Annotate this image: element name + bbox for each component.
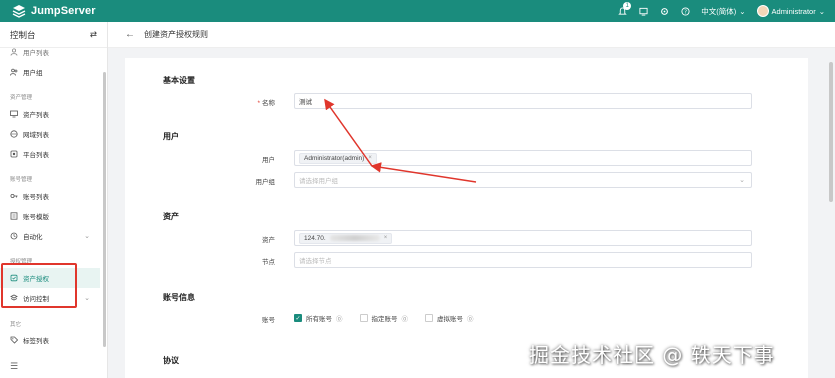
checkbox-box	[359, 314, 368, 322]
platform-icon	[10, 150, 18, 158]
user-icon	[10, 48, 18, 56]
section-protocol: 协议	[163, 356, 179, 365]
checkmark-icon: ✓	[294, 314, 302, 322]
language-selector[interactable]: 中文(简体) ⌄	[701, 6, 745, 17]
user-tag-label: Administrator(admin)	[304, 154, 365, 162]
user-select[interactable]: Administrator(admin) ×	[294, 150, 752, 166]
name-value: 测试	[299, 99, 312, 106]
language-label: 中文(简体)	[701, 6, 737, 16]
watermark: 掘金技术社区 @ 轶天下事	[529, 343, 775, 367]
close-icon[interactable]: ×	[368, 155, 372, 161]
chevron-down-icon: ⌄	[818, 6, 825, 16]
chevron-down-icon: ⌄	[84, 295, 90, 302]
section-assets: 资产	[163, 212, 179, 221]
help-icon: ⓪	[336, 316, 343, 323]
name-input[interactable]: 测试	[294, 93, 752, 109]
logo[interactable]: JumpServer	[0, 4, 108, 18]
page-title: 创建资产授权规则	[144, 30, 208, 39]
sidebar-item-asset-list[interactable]: 资产列表	[0, 104, 100, 124]
key-icon	[10, 192, 18, 200]
user-menu[interactable]: Administrator ⌄	[756, 5, 825, 17]
user-tag: Administrator(admin) ×	[299, 152, 377, 164]
sidebar-item-user-group[interactable]: 用户组	[0, 62, 100, 82]
globe-icon	[10, 130, 18, 138]
sidebar-title: 控制台	[10, 29, 36, 40]
sidebar-item-platform-list[interactable]: 平台列表	[0, 144, 100, 164]
sidebar-group-account-management: 账号管理	[10, 177, 33, 183]
automation-icon	[10, 232, 18, 240]
asset-tag-label: 124.70.	[304, 234, 326, 242]
user-label: 用户	[262, 157, 275, 164]
help-icon: ⓪	[401, 316, 409, 323]
user-group-placeholder: 请选择用户组	[299, 178, 338, 185]
sidebar-scrollbar[interactable]	[103, 72, 106, 347]
help-icon[interactable]: ?	[680, 6, 690, 16]
sidebar-group-other: 其它	[10, 322, 22, 328]
menu-collapse-icon[interactable]: ☰	[10, 361, 18, 372]
chevron-down-icon: ⌄	[739, 6, 746, 16]
users-icon	[10, 68, 18, 76]
checkbox-specified-accounts[interactable]: 指定账号 ⓪	[359, 313, 409, 323]
sidebar-item-account-template[interactable]: 账号模版	[0, 206, 100, 226]
sidebar-item-user-list[interactable]: 用户列表	[0, 42, 100, 62]
template-icon	[10, 212, 18, 220]
sidebar-group-asset-management: 资产管理	[10, 95, 33, 101]
sidebar: 控制台 ⇄ 用户列表 用户组 资产管理 资产列表 网域列表 平台列表 账号管理 …	[0, 22, 108, 378]
sidebar-item-tag-list[interactable]: 标签列表	[0, 330, 100, 350]
back-arrow-icon[interactable]: ←	[125, 29, 135, 40]
user-name: Administrator	[771, 6, 816, 16]
checkbox-box	[425, 314, 433, 322]
sidebar-item-account-list[interactable]: 账号列表	[0, 186, 100, 206]
monitor-icon	[10, 110, 18, 118]
breadcrumb: ← 创建资产授权规则	[108, 22, 835, 48]
asset-tag: 124.70. ×	[299, 232, 393, 244]
page-scrollbar[interactable]	[829, 62, 833, 202]
top-bar: JumpServer 1 ? 中文(简体) ⌄ Administrator ⌄	[0, 0, 835, 22]
asset-label: 资产	[262, 237, 275, 244]
node-placeholder: 请选择节点	[299, 258, 332, 265]
name-label: * 名称	[257, 100, 275, 107]
tag-icon	[10, 336, 18, 344]
highlight-box	[1, 263, 77, 308]
checkbox-all-accounts[interactable]: ✓ 所有账号 ⓪	[294, 313, 343, 323]
sidebar-item-automation[interactable]: 自动化 ⌄	[0, 226, 100, 246]
close-icon[interactable]: ×	[384, 235, 388, 241]
form-card: 基本设置 * 名称 测试 用户 用户 Administrator(admin) ×…	[125, 58, 808, 378]
collapse-toggle-icon[interactable]: ⇄	[90, 29, 97, 40]
section-users: 用户	[163, 132, 179, 141]
node-label: 节点	[262, 259, 275, 266]
help-icon: ⓪	[467, 316, 474, 323]
sidebar-item-domain-list[interactable]: 网域列表	[0, 124, 100, 144]
svg-text:?: ?	[684, 9, 687, 15]
checkbox-virtual-accounts[interactable]: 虚拟账号 ⓪	[425, 313, 474, 323]
asset-select[interactable]: 124.70. ×	[294, 230, 752, 246]
node-select[interactable]: 请选择节点	[294, 252, 752, 268]
bell-icon[interactable]: 1	[617, 2, 632, 16]
account-options: ✓ 所有账号 ⓪ 指定账号 ⓪ 虚拟账号 ⓪	[294, 313, 474, 323]
section-basic: 基本设置	[163, 76, 195, 85]
chevron-down-icon: ⌄	[84, 233, 90, 240]
screen-icon[interactable]	[638, 6, 648, 16]
user-group-select[interactable]: 请选择用户组 ⌄	[294, 172, 752, 188]
user-group-label: 用户组	[255, 179, 276, 186]
account-label: 账号	[262, 317, 275, 324]
avatar	[756, 5, 769, 17]
notification-badge: 1	[623, 2, 632, 10]
redacted-ip	[329, 235, 380, 241]
required-mark: *	[257, 100, 260, 107]
jumpserver-logo-icon	[12, 5, 26, 18]
section-accounts: 账号信息	[163, 293, 195, 302]
settings-icon[interactable]	[659, 6, 669, 16]
chevron-down-icon: ⌄	[739, 177, 745, 184]
brand-name: JumpServer	[31, 5, 96, 17]
